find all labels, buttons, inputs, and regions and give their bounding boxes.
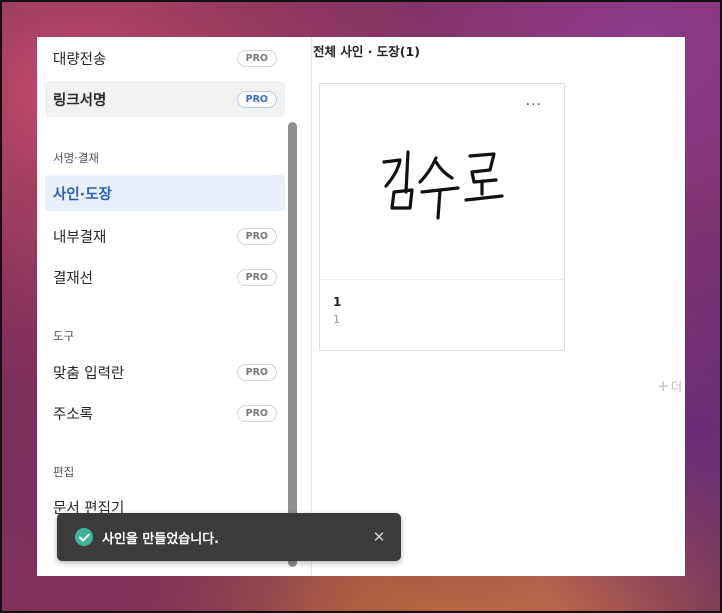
signature-card[interactable]: ··· 1 1 bbox=[319, 83, 565, 351]
toast-notification: 사인을 만들었습니다. ✕ bbox=[57, 513, 401, 561]
sidebar-item-label: 대량전송 bbox=[53, 51, 107, 68]
toast-message: 사인을 만들었습니다. bbox=[102, 531, 220, 547]
sidebar-item-address-book[interactable]: 주소록 PRO bbox=[45, 395, 285, 431]
sidebar-item-label: 맞춤 입력란 bbox=[53, 365, 125, 382]
sidebar-item-link-sign[interactable]: 링크서명 PRO bbox=[45, 81, 285, 117]
sidebar-scrollbar[interactable] bbox=[288, 122, 297, 567]
sidebar-item-internal-approval[interactable]: 내부결재 PRO bbox=[45, 218, 285, 254]
sidebar-item-label: 링크서명 bbox=[53, 92, 107, 109]
sidebar-item-label: 내부결재 bbox=[53, 229, 107, 246]
plus-icon: + bbox=[657, 376, 670, 395]
sidebar-item-label: 결재선 bbox=[53, 270, 94, 287]
sidebar-item-label: 주소록 bbox=[53, 406, 94, 423]
pro-badge: PRO bbox=[236, 227, 277, 245]
pro-badge: PRO bbox=[236, 363, 277, 381]
load-more-link[interactable]: + 더 bbox=[657, 376, 682, 395]
sidebar: 대량전송 PRO 링크서명 PRO 서명·결재 사인·도장 내부결재 PRO 결… bbox=[37, 37, 293, 576]
more-options-icon[interactable]: ··· bbox=[526, 98, 542, 112]
pro-badge: PRO bbox=[236, 404, 277, 422]
sidebar-item-approval-line[interactable]: 결재선 PRO bbox=[45, 259, 285, 295]
close-icon[interactable]: ✕ bbox=[371, 528, 387, 546]
check-circle-icon bbox=[75, 528, 93, 546]
sidebar-item-custom-fields[interactable]: 맞춤 입력란 PRO bbox=[45, 354, 285, 390]
sidebar-divider bbox=[311, 37, 312, 576]
signature-name: 1 bbox=[333, 295, 342, 309]
section-title-tools: 도구 bbox=[53, 329, 75, 343]
card-separator bbox=[320, 279, 564, 280]
pro-badge: PRO bbox=[236, 90, 277, 108]
pro-badge: PRO bbox=[236, 49, 277, 67]
section-title-edit: 편집 bbox=[53, 465, 75, 479]
section-title-sign-approval: 서명·결재 bbox=[53, 151, 99, 165]
load-more-label: 더 bbox=[670, 379, 683, 394]
sidebar-item-bulk-send[interactable]: 대량전송 PRO bbox=[45, 40, 285, 76]
page-title: 전체 사인 · 도장(1) bbox=[313, 44, 420, 59]
signature-image bbox=[382, 150, 504, 220]
pro-badge: PRO bbox=[236, 268, 277, 286]
sidebar-item-signature-stamp[interactable]: 사인·도장 bbox=[45, 175, 285, 211]
signature-subtitle: 1 bbox=[333, 313, 340, 326]
app-window: 대량전송 PRO 링크서명 PRO 서명·결재 사인·도장 내부결재 PRO 결… bbox=[37, 37, 685, 576]
sidebar-item-label: 사인·도장 bbox=[53, 186, 112, 203]
